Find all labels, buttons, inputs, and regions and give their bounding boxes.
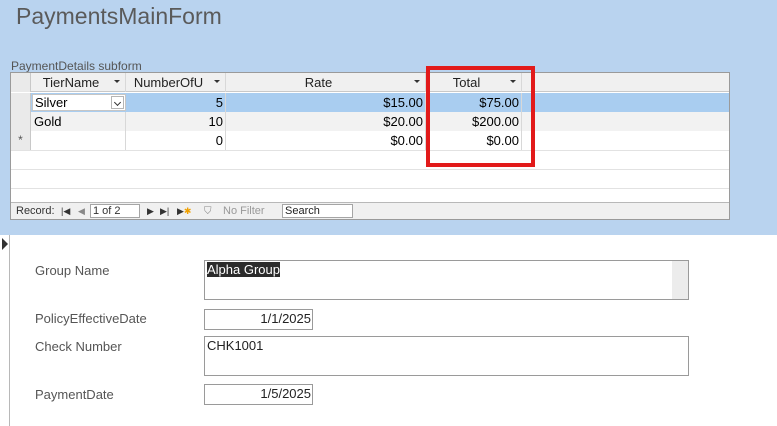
number-cell[interactable]: 0 (126, 131, 226, 150)
rate-cell[interactable]: $15.00 (226, 93, 426, 112)
tiername-cell[interactable] (31, 131, 126, 150)
subform-label: PaymentDetails subform (11, 59, 142, 73)
group-name-label: Group Name (35, 263, 110, 278)
column-header-tiername[interactable]: TierName (31, 73, 126, 92)
tiername-combo[interactable]: Silver (32, 94, 126, 111)
chevron-down-icon[interactable] (111, 96, 124, 109)
grid-divider (11, 150, 729, 151)
number-cell[interactable]: 10 (126, 112, 226, 131)
grid-divider (11, 169, 729, 170)
rate-cell[interactable]: $20.00 (226, 112, 426, 131)
column-header-rate[interactable]: Rate (226, 73, 426, 92)
previous-record-icon[interactable]: ◀ (78, 205, 85, 218)
tiername-value: Silver (35, 95, 68, 110)
chevron-down-icon[interactable] (414, 80, 420, 83)
datasheet-header: TierName NumberOfU Rate Total (11, 73, 729, 92)
tiername-cell[interactable]: Gold (31, 112, 126, 131)
chevron-down-icon[interactable] (214, 80, 220, 83)
group-name-scrollbar[interactable] (672, 261, 688, 299)
policy-effective-date-field[interactable]: 1/1/2025 (204, 309, 313, 330)
group-name-value: Alpha Group (207, 262, 280, 277)
new-record-row[interactable]: * 0 $0.00 $0.00 (11, 131, 729, 150)
table-row[interactable]: Silver 5 $15.00 $75.00 (11, 93, 729, 112)
current-record-field[interactable]: 1 of 2 (90, 204, 140, 218)
search-input[interactable]: Search (282, 204, 353, 218)
record-selector[interactable] (11, 93, 31, 112)
check-number-label: Check Number (35, 339, 122, 354)
column-header-numberofu[interactable]: NumberOfU (126, 73, 226, 92)
number-cell[interactable]: 5 (126, 93, 226, 112)
record-selector-bar[interactable] (0, 235, 10, 426)
column-label: NumberOfU (133, 75, 204, 90)
payment-date-field[interactable]: 1/5/2025 (204, 384, 313, 405)
payment-details-subform: TierName NumberOfU Rate Total Silver 5 $… (10, 72, 730, 220)
form-title: PaymentsMainForm (16, 3, 222, 29)
new-record-selector[interactable]: * (11, 131, 31, 150)
record-selector[interactable] (11, 112, 31, 131)
select-all-corner[interactable] (11, 73, 31, 92)
column-label: Rate (304, 75, 333, 90)
filter-icon[interactable]: ⛉ (204, 205, 212, 218)
payment-date-label: PaymentDate (35, 387, 114, 402)
record-navigation-bar: Record: |◀ ◀ 1 of 2 ▶ ▶| ▶✱ ⛉ No Filter … (11, 202, 729, 219)
chevron-down-icon[interactable] (114, 80, 120, 83)
last-record-icon[interactable]: ▶| (160, 205, 169, 218)
policy-effective-date-label: PolicyEffectiveDate (35, 311, 147, 326)
group-name-field[interactable]: Alpha Group (204, 260, 689, 300)
no-filter-button[interactable]: No Filter (223, 205, 265, 218)
column-label: TierName (42, 75, 100, 90)
check-number-field[interactable]: CHK1001 (204, 336, 689, 376)
total-column-highlight (426, 66, 535, 167)
first-record-icon[interactable]: |◀ (61, 205, 70, 218)
record-label: Record: (16, 205, 55, 217)
current-record-arrow-icon (2, 238, 8, 250)
next-record-icon[interactable]: ▶ (147, 205, 154, 218)
rate-cell[interactable]: $0.00 (226, 131, 426, 150)
grid-divider (11, 188, 729, 189)
table-row[interactable]: Gold 10 $20.00 $200.00 (11, 112, 729, 131)
form-header: PaymentsMainForm PaymentDetails subform … (0, 0, 777, 235)
new-record-icon[interactable]: ▶✱ (177, 205, 191, 218)
